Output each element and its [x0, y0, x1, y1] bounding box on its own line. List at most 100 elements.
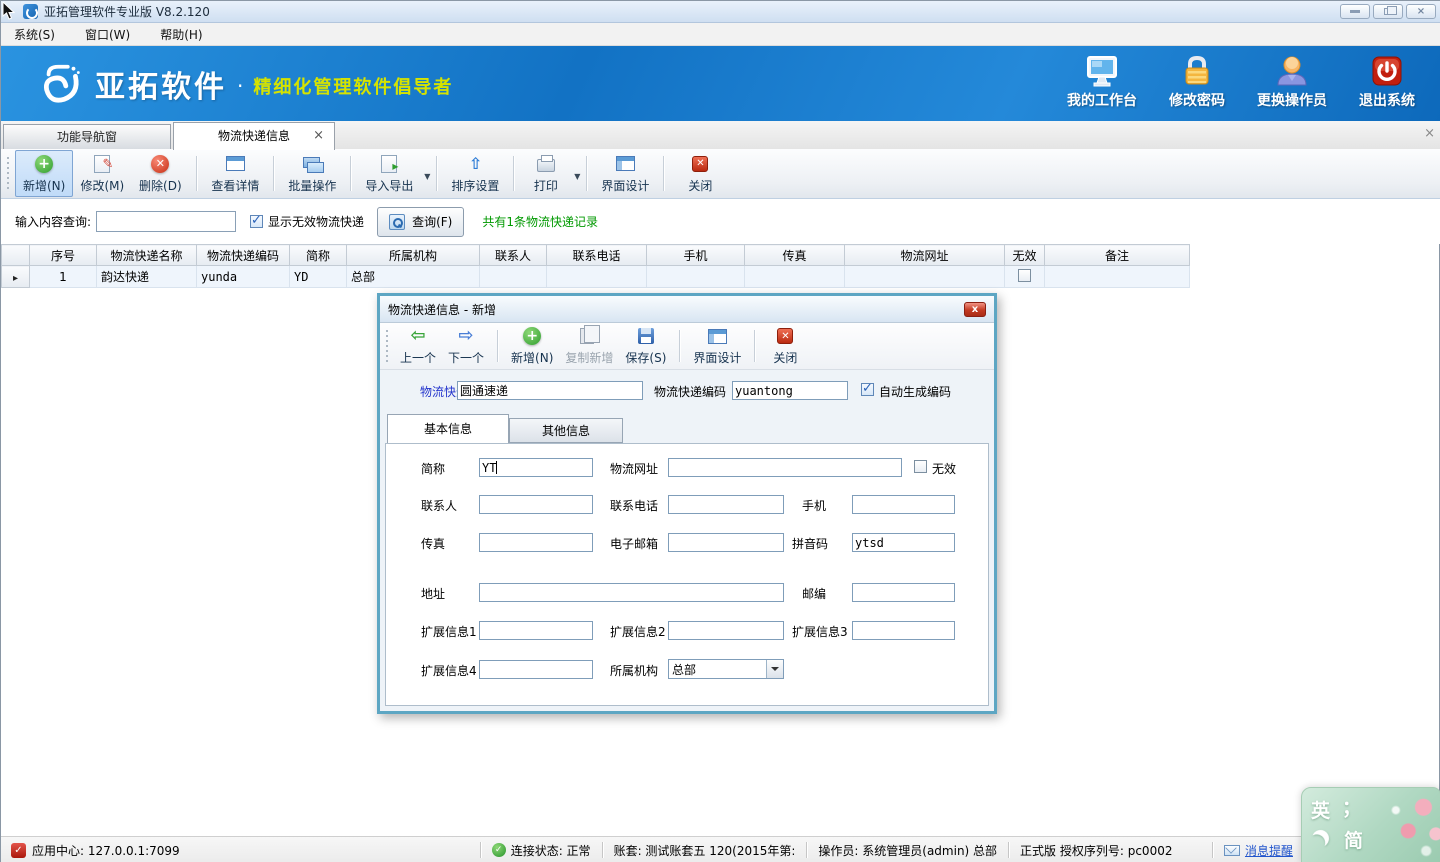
- search-input[interactable]: [96, 211, 236, 232]
- col-phone[interactable]: 联系电话: [547, 245, 647, 266]
- row-invalid-checkbox[interactable]: [1018, 269, 1031, 282]
- ime-mode-toggle[interactable]: 简: [1344, 826, 1363, 853]
- dialog-ui-design-button[interactable]: 界面设计: [687, 323, 747, 369]
- dialog-close-toolbar-button[interactable]: ✕ 关闭: [762, 323, 808, 369]
- tab-other-info[interactable]: 其他信息: [509, 418, 623, 443]
- dialog-close-button[interactable]: x: [964, 302, 986, 317]
- detail-icon: [226, 156, 245, 171]
- zip-input[interactable]: [852, 583, 955, 602]
- tab-logistics-info[interactable]: 物流快递信息 ×: [173, 122, 335, 150]
- dropdown-arrow-icon[interactable]: ▼: [424, 172, 430, 181]
- toolbar-separator: [436, 156, 437, 191]
- website-input[interactable]: [668, 458, 902, 477]
- message-link[interactable]: 消息提醒: [1245, 842, 1293, 859]
- close-button[interactable]: ×: [1406, 4, 1436, 19]
- main-toolbar: + 新增(N) 修改(M) ✕ 删除(D) 查看详情 批量操作 导入导出 ▼ ⇧…: [1, 149, 1440, 199]
- col-code[interactable]: 物流快递编码: [197, 245, 290, 266]
- dropdown-arrow-icon[interactable]: ▼: [574, 172, 580, 181]
- dialog-next-button[interactable]: ⇨ 下一个: [442, 323, 490, 369]
- menubar: 系统(S) 窗口(W) 帮助(H): [1, 23, 1440, 46]
- dialog-toolbar: ⇦ 上一个 ⇨ 下一个 + 新增(N) 复制新增 保存(S) 界面设计 ✕ 关闭: [380, 323, 994, 370]
- ext2-input[interactable]: [668, 621, 784, 640]
- ext3-input[interactable]: [852, 621, 955, 640]
- invalid-checkbox[interactable]: [914, 460, 927, 473]
- col-seq[interactable]: 序号: [30, 245, 97, 266]
- email-input[interactable]: [668, 533, 784, 552]
- ime-language-toggle[interactable]: 英: [1311, 796, 1330, 823]
- exit-system-button[interactable]: 退出系统: [1359, 55, 1415, 110]
- fax-input[interactable]: [479, 533, 593, 552]
- add-icon: +: [523, 327, 541, 345]
- moon-icon[interactable]: [1310, 828, 1331, 849]
- pinyin-input[interactable]: [852, 533, 955, 552]
- ime-widget[interactable]: 英 ； 简: [1301, 787, 1440, 862]
- toolbar-close-button[interactable]: ✕ 关闭: [671, 149, 729, 198]
- col-abbr[interactable]: 简称: [290, 245, 347, 266]
- org-select-value: 总部: [669, 660, 766, 678]
- menu-help[interactable]: 帮助(H): [160, 26, 202, 43]
- contact-input[interactable]: [479, 495, 593, 514]
- import-export-icon: [381, 155, 397, 173]
- tabstrip-close-icon[interactable]: ×: [1424, 126, 1435, 141]
- menu-system[interactable]: 系统(S): [14, 26, 55, 43]
- change-password-button[interactable]: 修改密码: [1169, 55, 1225, 110]
- ext2-label: 扩展信息2: [610, 623, 666, 641]
- org-select[interactable]: 总部: [668, 659, 784, 679]
- col-invalid[interactable]: 无效: [1005, 245, 1045, 266]
- menu-window[interactable]: 窗口(W): [85, 26, 130, 43]
- switch-operator-button[interactable]: 更换操作员: [1257, 55, 1327, 110]
- name-input[interactable]: [457, 381, 643, 400]
- cell-mobile: [647, 266, 745, 288]
- app-center-icon: ✓: [11, 843, 26, 858]
- col-remark[interactable]: 备注: [1045, 245, 1190, 266]
- cell-contact: [480, 266, 547, 288]
- address-input[interactable]: [479, 583, 784, 602]
- tab-basic-info[interactable]: 基本信息: [387, 414, 509, 443]
- ui-design-icon: [708, 329, 727, 344]
- phone-input[interactable]: [668, 495, 784, 514]
- toolbar-detail-button[interactable]: 查看详情: [204, 149, 266, 198]
- col-org[interactable]: 所属机构: [347, 245, 480, 266]
- ext1-input[interactable]: [479, 621, 593, 640]
- toolbar-edit-button[interactable]: 修改(M): [73, 149, 131, 198]
- col-fax[interactable]: 传真: [745, 245, 845, 266]
- col-website[interactable]: 物流网址: [845, 245, 1005, 266]
- toolbar-ui-design-button[interactable]: 界面设计: [594, 149, 656, 198]
- table-row[interactable]: ▸ 1 韵达快递 yunda YD 总部: [2, 266, 1190, 288]
- status-separator: [480, 842, 481, 858]
- auto-code-checkbox[interactable]: [861, 383, 874, 396]
- restore-button[interactable]: [1373, 4, 1403, 19]
- workbench-monitor-icon: [1084, 55, 1120, 87]
- tab-close-icon[interactable]: ×: [313, 129, 324, 143]
- toolbar-delete-button[interactable]: ✕ 删除(D): [131, 149, 189, 198]
- mobile-label: 手机: [802, 497, 826, 515]
- batch-icon: [303, 157, 322, 171]
- search-label: 输入内容查询:: [15, 213, 91, 230]
- toolbar-add-button[interactable]: + 新增(N): [15, 150, 73, 197]
- dialog-copy-add-button[interactable]: 复制新增: [559, 323, 619, 369]
- toolbar-batch-button[interactable]: 批量操作: [281, 149, 343, 198]
- mobile-input[interactable]: [852, 495, 955, 514]
- col-contact[interactable]: 联系人: [480, 245, 547, 266]
- toolbar-print-button[interactable]: 打印 ▼: [521, 149, 579, 198]
- toolbar-import-export-button[interactable]: 导入导出 ▼: [358, 149, 429, 198]
- query-button[interactable]: 查询(F): [377, 207, 464, 237]
- dialog-save-button[interactable]: 保存(S): [619, 323, 672, 369]
- my-workbench-button[interactable]: 我的工作台: [1067, 55, 1137, 110]
- dialog-add-button[interactable]: + 新增(N): [505, 323, 559, 369]
- ext4-input[interactable]: [479, 660, 593, 679]
- window-title: 亚拓管理软件专业版 V8.2.120: [44, 3, 210, 20]
- tab-function-nav[interactable]: 功能导航窗: [3, 124, 171, 149]
- col-name[interactable]: 物流快递名称: [97, 245, 197, 266]
- dialog-prev-button[interactable]: ⇦ 上一个: [394, 323, 442, 369]
- ime-punctuation-toggle[interactable]: ；: [1342, 793, 1361, 820]
- col-mobile[interactable]: 手机: [647, 245, 745, 266]
- chevron-down-icon[interactable]: [766, 660, 783, 678]
- record-count: 共有1条物流快递记录: [482, 213, 598, 230]
- toolbar-sort-button[interactable]: ⇧ 排序设置: [444, 149, 506, 198]
- toolbar-separator: [663, 156, 664, 191]
- show-invalid-checkbox[interactable]: [250, 215, 263, 228]
- minimize-button[interactable]: [1340, 4, 1370, 19]
- statusbar: ✓ 应用中心: 127.0.0.1:7099 ✓ 连接状态: 正常 账套: 测试…: [1, 836, 1440, 862]
- code-input[interactable]: [732, 381, 848, 400]
